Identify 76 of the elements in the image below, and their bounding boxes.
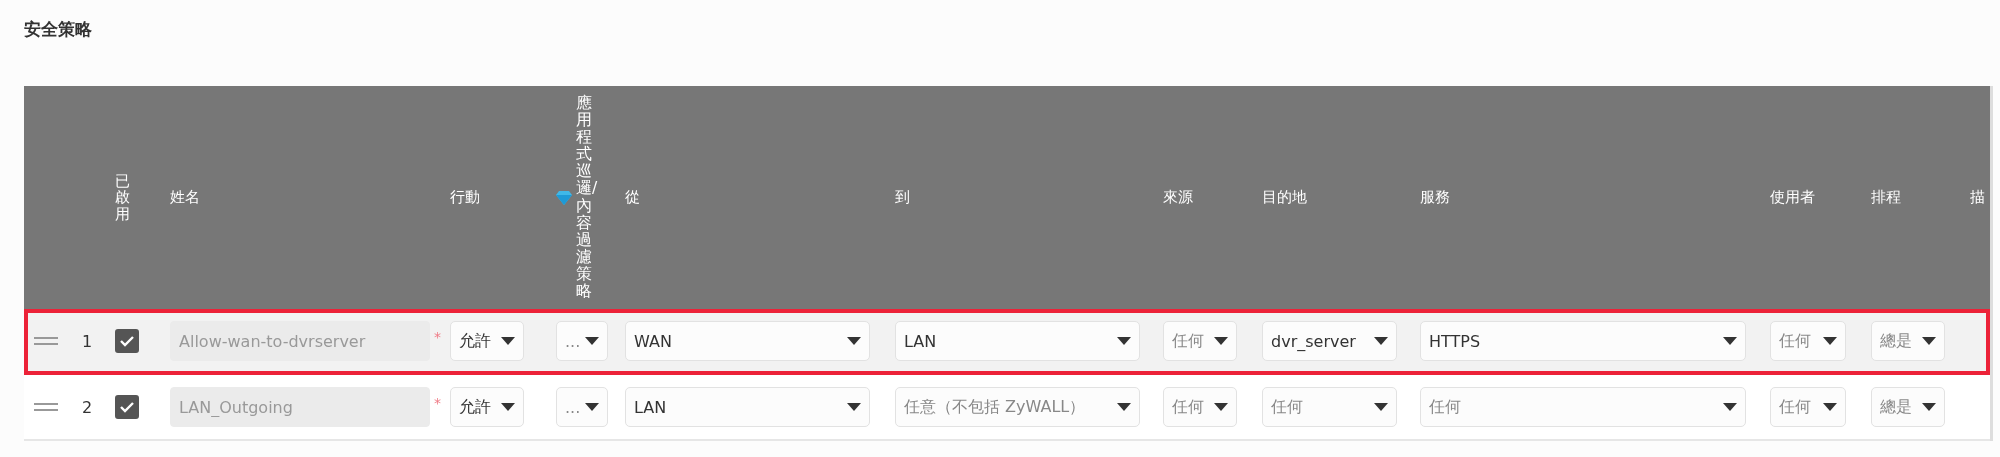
dropdown-value: 總是 — [1880, 396, 1912, 418]
checkbox[interactable] — [115, 329, 139, 353]
column-header: 姓名 — [170, 188, 200, 207]
checkbox[interactable] — [115, 395, 139, 419]
caret-icon — [501, 337, 515, 345]
dropdown-value: 任何 — [1172, 396, 1204, 418]
dropdown[interactable]: ... — [556, 321, 608, 361]
dropdown-value: WAN — [634, 331, 672, 351]
dropdown[interactable]: ... — [556, 387, 608, 427]
column-header: 服務 — [1420, 188, 1450, 207]
caret-icon — [1374, 403, 1388, 411]
caret-icon — [1117, 403, 1131, 411]
column-header: 排程 — [1871, 188, 1901, 207]
dropdown-value: LAN — [634, 397, 667, 417]
caret-icon — [847, 403, 861, 411]
dropdown[interactable]: 總是 — [1871, 387, 1945, 427]
caret-icon — [501, 403, 515, 411]
dropdown-value: LAN — [904, 331, 937, 351]
dropdown-value: 任何 — [1271, 396, 1303, 418]
caret-icon — [1823, 337, 1837, 345]
drag-handle-icon[interactable] — [34, 403, 58, 411]
dropdown[interactable]: WAN — [625, 321, 870, 361]
dropdown[interactable]: 任何 — [1770, 387, 1846, 427]
dropdown[interactable]: 任意（不包括 ZyWALL） — [895, 387, 1140, 427]
caret-icon — [1374, 337, 1388, 345]
dropdown[interactable]: 允許 — [450, 387, 524, 427]
row-number: 1 — [82, 331, 93, 351]
caret-icon — [585, 337, 599, 345]
dropdown-value: 任何 — [1779, 330, 1811, 352]
dropdown[interactable]: LAN — [625, 387, 870, 427]
caret-icon — [1214, 403, 1228, 411]
dropdown[interactable]: 任何 — [1163, 387, 1237, 427]
dropdown-value: 總是 — [1880, 330, 1912, 352]
column-header: 目的地 — [1262, 188, 1307, 207]
column-header: 來源 — [1163, 188, 1193, 207]
column-header: 已啟用 — [115, 172, 130, 223]
dropdown-value: 任何 — [1779, 396, 1811, 418]
column-header: 到 — [895, 188, 910, 207]
caret-icon — [585, 403, 599, 411]
caret-icon — [1723, 403, 1737, 411]
dropdown[interactable]: 任何 — [1770, 321, 1846, 361]
caret-icon — [1823, 403, 1837, 411]
dropdown-value: 允許 — [459, 330, 491, 352]
column-header: 應用程式巡邏/內容過濾策略 — [576, 95, 598, 300]
dropdown-value: ... — [565, 397, 581, 417]
row-number: 2 — [82, 397, 93, 417]
dropdown[interactable]: 任何 — [1420, 387, 1746, 427]
dropdown-value: dvr_server — [1271, 331, 1356, 351]
dropdown[interactable]: 允許 — [450, 321, 524, 361]
dropdown[interactable]: 任何 — [1163, 321, 1237, 361]
dropdown[interactable]: LAN — [895, 321, 1140, 361]
dropdown-value: 任意（不包括 ZyWALL） — [904, 396, 1086, 418]
dropdown[interactable]: 任何 — [1262, 387, 1397, 427]
caret-icon — [847, 337, 861, 345]
column-header: 從 — [625, 188, 640, 207]
dropdown-value: 任何 — [1172, 330, 1204, 352]
caret-icon — [1723, 337, 1737, 345]
required-mark: * — [434, 329, 441, 345]
dropdown-value: 允許 — [459, 396, 491, 418]
caret-icon — [1117, 337, 1131, 345]
caret-icon — [1922, 403, 1936, 411]
caret-icon — [1214, 337, 1228, 345]
dropdown-value: HTTPS — [1429, 331, 1481, 351]
column-header: 行動 — [450, 188, 480, 207]
dropdown[interactable]: dvr_server — [1262, 321, 1397, 361]
dropdown[interactable]: 總是 — [1871, 321, 1945, 361]
caret-icon — [1922, 337, 1936, 345]
dropdown[interactable]: HTTPS — [1420, 321, 1746, 361]
drag-handle-icon[interactable] — [34, 337, 58, 345]
required-mark: * — [434, 395, 441, 411]
dropdown-value: 任何 — [1429, 396, 1461, 418]
section-title: 安全策略 — [24, 18, 93, 41]
column-header: 描 — [1970, 188, 1985, 207]
diamond-icon — [556, 190, 572, 205]
dropdown-value: ... — [565, 331, 581, 351]
column-header: 使用者 — [1770, 188, 1815, 207]
